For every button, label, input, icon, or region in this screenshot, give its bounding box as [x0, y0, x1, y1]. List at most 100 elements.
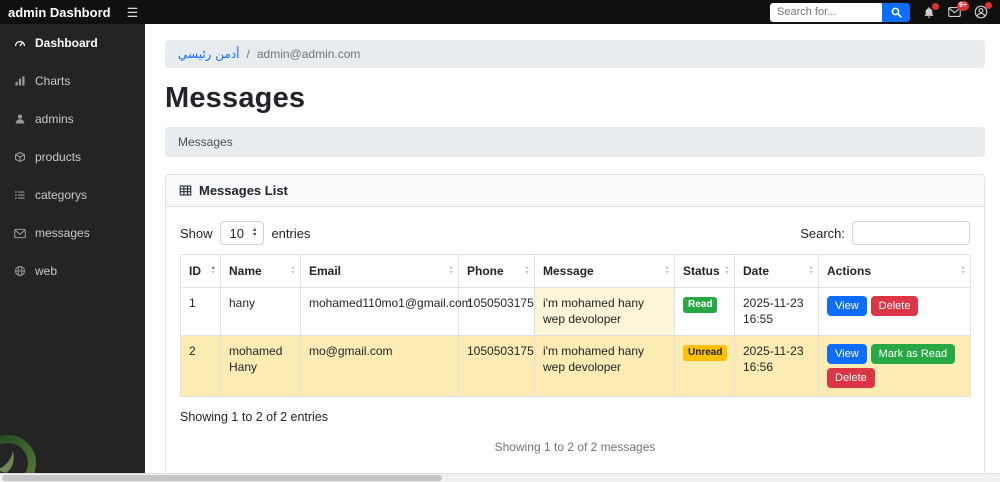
list-icon: [14, 189, 26, 201]
delete-button[interactable]: Delete: [827, 368, 875, 389]
entries-select[interactable]: 10 ▲ ▼: [219, 221, 265, 245]
user-badge: [985, 2, 992, 9]
cell-email: mo@gmail.com: [300, 335, 459, 398]
messages-button[interactable]: 9+: [948, 1, 969, 18]
breadcrumb-separator: /: [246, 47, 250, 61]
person-icon: [14, 113, 26, 125]
card-header: Messages List: [166, 175, 984, 207]
table-grid-icon: [179, 184, 192, 197]
sidebar-item-admins[interactable]: admins: [0, 100, 145, 138]
user-menu-button[interactable]: [974, 2, 992, 19]
sidebar-item-label: Charts: [35, 74, 71, 88]
sidebar-item-label: admins: [35, 112, 74, 126]
globe-icon: [14, 265, 26, 277]
horizontal-scrollbar[interactable]: [0, 473, 1000, 482]
column-header-actions[interactable]: Actions ▲ ▼: [818, 254, 971, 288]
cell-id: 2: [180, 335, 221, 398]
breadcrumb: أدمن رئيسي / admin@admin.com: [165, 40, 985, 68]
view-button[interactable]: View: [827, 344, 867, 365]
show-label: Show: [180, 225, 213, 241]
sidebar-item-label: web: [35, 264, 58, 278]
sort-icon: ▲ ▼: [448, 265, 454, 276]
table-search-input[interactable]: [852, 221, 970, 245]
column-header-status[interactable]: Status ▲ ▼: [674, 254, 735, 288]
cell-name: mohamed Hany: [220, 335, 301, 398]
sidebar-item-products[interactable]: products: [0, 138, 145, 176]
page-length-control: Show 10 ▲ ▼ entries: [180, 221, 310, 245]
topbar-search: [770, 2, 910, 22]
table-controls: Show 10 ▲ ▼ entries Search:: [180, 221, 970, 245]
entries-label: entries: [271, 225, 311, 241]
box-icon: [14, 151, 26, 163]
cell-message: i'm mohamed hany wep devoloper: [534, 286, 675, 337]
sidebar-toggle-icon[interactable]: ☰: [127, 6, 139, 19]
messages-card: Messages List Show 10 ▲ ▼ entries Search:: [165, 174, 985, 474]
search-icon: [891, 7, 902, 18]
sidebar-item-charts[interactable]: Charts: [0, 62, 145, 100]
cell-id: 1: [180, 286, 221, 337]
cell-status: Unread: [674, 335, 735, 398]
cell-actions: View Delete: [818, 286, 971, 337]
page-title: Messages: [165, 82, 306, 114]
cell-actions: View Mark as Read Delete: [818, 335, 971, 398]
sidebar-item-label: categorys: [35, 188, 88, 202]
entries-select-value: 10: [229, 225, 244, 241]
messages-badge: 9+: [957, 1, 969, 11]
envelope-icon: [14, 228, 26, 239]
view-button[interactable]: View: [827, 296, 867, 317]
sort-icon: ▲ ▼: [290, 265, 296, 276]
sort-icon: ▲ ▼: [724, 265, 730, 276]
status-badge: Read: [683, 297, 718, 313]
card-body: Show 10 ▲ ▼ entries Search: ID ▲ ▼ Name …: [166, 207, 984, 474]
cell-name: hany: [220, 286, 301, 337]
breadcrumb-home-link[interactable]: أدمن رئيسي: [178, 47, 240, 61]
sidebar: Dashboard Charts admins products categor…: [0, 24, 145, 482]
table-search-label: Search:: [800, 225, 845, 241]
messages-count-info: Showing 1 to 2 of 2 messages: [494, 440, 656, 455]
dashboard-icon: [14, 37, 26, 49]
topbar-right: 9+: [770, 1, 1000, 22]
column-header-message[interactable]: Message ▲ ▼: [534, 254, 675, 288]
table-row: 1 hany mohamed110mo1@gmail.com 105050317…: [180, 286, 971, 337]
sort-icon: ▲ ▼: [664, 265, 670, 276]
column-header-phone[interactable]: Phone ▲ ▼: [458, 254, 535, 288]
horizontal-scrollbar-thumb[interactable]: [2, 475, 442, 481]
status-badge: Unread: [683, 345, 728, 362]
cell-status: Read: [674, 286, 735, 337]
entries-info: Showing 1 to 2 of 2 entries: [180, 410, 329, 425]
cell-date: 2025-11-23 16:55: [734, 286, 819, 337]
sort-icon: ▲ ▼: [524, 265, 530, 276]
topbar: admin Dashbord ☰ Search for... 9+: [0, 0, 1000, 24]
select-arrows-icon: ▲ ▼: [252, 227, 258, 238]
cell-phone: 1050503175: [458, 286, 535, 337]
main-content: أدمن رئيسي / admin@admin.com Messages Me…: [145, 24, 1000, 474]
sidebar-item-label: Dashboard: [35, 36, 98, 50]
table-row: 2 mohamed Hany mo@gmail.com 1050503175 i…: [180, 335, 971, 398]
column-header-id[interactable]: ID ▲ ▼: [180, 254, 221, 288]
search-input[interactable]: [770, 2, 882, 22]
delete-button[interactable]: Delete: [870, 296, 919, 317]
alerts-badge: [932, 2, 939, 10]
sort-icon: ▲ ▼: [960, 265, 966, 276]
sidebar-item-label: products: [35, 150, 82, 164]
cell-phone: 1050503175: [458, 335, 535, 398]
cell-email: mohamed110mo1@gmail.com: [300, 286, 472, 337]
table-search-control: Search:: [800, 221, 970, 245]
column-header-date[interactable]: Date ▲ ▼: [734, 254, 819, 288]
column-header-email[interactable]: Email ▲ ▼: [300, 254, 459, 288]
table-header-row: ID ▲▼ Name ▲▼ Email ▲▼ Phone ▲▼ Mess: [180, 254, 971, 288]
search-button[interactable]: [882, 2, 910, 22]
card-header-title: Messages List: [199, 183, 288, 198]
sidebar-item-categorys[interactable]: categorys: [0, 176, 145, 214]
sidebar-item-web[interactable]: web: [0, 252, 145, 290]
sidebar-item-dashboard[interactable]: Dashboard: [0, 24, 145, 62]
sort-icon: ▲ ▼: [808, 265, 814, 276]
column-header-name[interactable]: Name ▲ ▼: [220, 254, 301, 288]
brand-title[interactable]: admin Dashbord: [0, 5, 111, 20]
cell-message: i'm mohamed hany wep devoloper: [534, 335, 675, 398]
mark-as-read-button[interactable]: Mark as Read: [870, 344, 956, 365]
sidebar-item-label: messages: [35, 226, 90, 240]
alerts-button[interactable]: [923, 2, 939, 19]
messages-table: ID ▲▼ Name ▲▼ Email ▲▼ Phone ▲▼ Mess: [180, 254, 971, 398]
sidebar-item-messages[interactable]: messages: [0, 214, 145, 252]
